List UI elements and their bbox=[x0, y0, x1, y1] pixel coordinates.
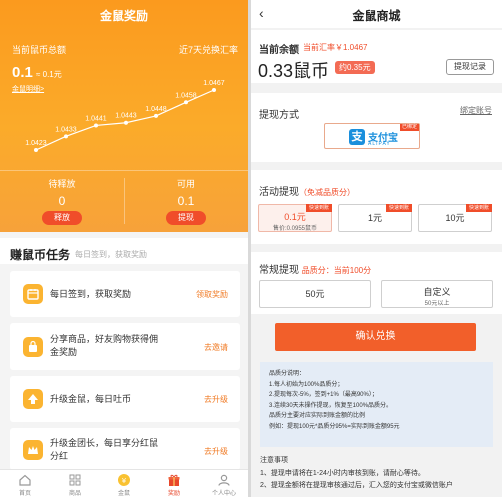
bound-badge: 已绑定 bbox=[399, 124, 419, 131]
calendar-icon bbox=[23, 284, 43, 304]
amount-option-0-1[interactable]: 0.1元 售价:0.0955鼠币 快速到账 bbox=[258, 204, 332, 232]
tab-label: 商品 bbox=[68, 491, 81, 497]
regular-title-text: 常规提现 bbox=[259, 265, 299, 276]
withdraw-method-title: 提现方式 bbox=[259, 110, 299, 121]
pending-stat: 待释放 0 bbox=[0, 0, 124, 208]
withdraw-records-button[interactable]: 提现记录 bbox=[446, 59, 494, 75]
option-sub: 50元以上 bbox=[424, 301, 450, 307]
task-card-upgrade-rat[interactable]: 升级金鼠，每日吐币 去升级 bbox=[10, 376, 240, 422]
fast-arrival-badge: 快速到账 bbox=[385, 204, 412, 212]
info-line: 1.每人初始为100%品质分； bbox=[269, 381, 344, 388]
crown-icon bbox=[23, 440, 43, 460]
info-line: 品质分主要对应实际到账金额的比例 bbox=[269, 413, 366, 420]
page-title: 金鼠商城 bbox=[352, 9, 401, 23]
activity-note: （免减品质分） bbox=[299, 188, 355, 197]
option-price: 售价:0.0955鼠币 bbox=[272, 226, 318, 232]
activity-withdraw-card: 活动提现（免减品质分） 0.1元 售价:0.0955鼠币 快速到账 1元 快速到… bbox=[251, 170, 502, 244]
balance-label: 当前余额 bbox=[259, 45, 299, 56]
tab-label: 首页 bbox=[18, 491, 31, 497]
task-section-subtitle: 每日签到，获取奖励 bbox=[75, 250, 147, 259]
pending-label: 待释放 bbox=[48, 179, 76, 189]
notes-line: 1、提现申请将在1-24小时内审核到账，请耐心等待。 bbox=[260, 469, 425, 477]
task-action-invite[interactable]: 去邀请 bbox=[204, 342, 228, 353]
gold-rat-mall-screen: ‹ 金鼠商城 当前余额 当前汇率￥1.0467 0.33鼠币 约0.35元 提现… bbox=[251, 0, 502, 497]
notes-line: 2、提现金额将在提现审核通过后，汇入您的支付宝或微信账户 bbox=[260, 482, 453, 489]
notes-title: 注意事项 bbox=[260, 457, 288, 464]
rewards-screen: 金鼠奖励 当前鼠币总额 近7天兑换汇率 0.1 ≈ 0.1元 金鼠明细> 1.0… bbox=[0, 0, 248, 497]
tab-home[interactable]: 首页 bbox=[0, 470, 50, 497]
notes-section: 注意事项 1、提现申请将在1-24小时内审核到账，请耐心等待。 2、提现金额将在… bbox=[260, 455, 496, 493]
amount-option-10[interactable]: 10元 快速到账 bbox=[418, 204, 492, 232]
task-card-checkin[interactable]: 每日签到，获取奖励 领取奖励 bbox=[10, 271, 240, 317]
alipay-logo-icon: 支 bbox=[349, 129, 365, 145]
gift-icon bbox=[168, 474, 180, 486]
task-card-share[interactable]: 分享商品，好友购物获得佣 金奖励 去邀请 bbox=[10, 323, 240, 370]
fast-arrival-badge: 快速到账 bbox=[305, 204, 332, 212]
confirm-exchange-button[interactable]: 确认兑换 bbox=[275, 323, 476, 351]
task-text: 分享商品，好友购物获得佣 金奖励 bbox=[50, 333, 158, 359]
task-section-title: 赚鼠币任务 bbox=[10, 248, 71, 262]
amount-option-1[interactable]: 1元 快速到账 bbox=[338, 204, 412, 232]
available-label: 可用 bbox=[176, 179, 195, 189]
up-arrow-icon bbox=[23, 389, 43, 409]
exchange-rate: 当前汇率￥1.0467 bbox=[303, 43, 368, 52]
tab-profile[interactable]: 个人中心 bbox=[199, 470, 248, 497]
svg-text:¥: ¥ bbox=[122, 477, 127, 485]
share-bag-icon bbox=[23, 337, 43, 357]
activity-title-text: 活动提现 bbox=[259, 187, 299, 198]
rewards-header: 金鼠奖励 当前鼠币总额 近7天兑换汇率 0.1 ≈ 0.1元 金鼠明细> 1.0… bbox=[0, 0, 248, 232]
task-card-upgrade-leader[interactable]: 升级金团长，每日享分红鼠 分红 去升级 bbox=[10, 428, 240, 470]
task-section-header: 赚鼠币任务 每日签到，获取奖励 bbox=[0, 238, 248, 264]
task-text: 升级金团长，每日享分红鼠 分红 bbox=[50, 437, 158, 463]
task-text-line: 金奖励 bbox=[50, 347, 78, 357]
amount-option-50[interactable]: 50元 bbox=[259, 280, 371, 308]
info-line: 2.提现每次-5%，签到+1%（最高90%）； bbox=[269, 392, 378, 399]
option-value: 自定义 bbox=[423, 287, 451, 297]
option-value: 50元 bbox=[305, 289, 325, 299]
regular-withdraw-card: 常规提现 品质分：当前100分 50元 自定义 50元以上 bbox=[251, 252, 502, 314]
release-button[interactable]: 释放 bbox=[42, 211, 82, 225]
task-action-upgrade[interactable]: 去升级 bbox=[204, 394, 228, 405]
task-text: 升级金鼠，每日吐币 bbox=[50, 394, 132, 404]
rat-coin-icon: ¥ bbox=[118, 474, 130, 486]
bind-account-link[interactable]: 绑定账号 bbox=[460, 105, 492, 116]
fast-arrival-badge: 快速到账 bbox=[465, 204, 492, 212]
tab-label: 金鼠 bbox=[117, 491, 130, 497]
quality-score: 品质分：当前100分 bbox=[301, 266, 372, 275]
home-icon bbox=[19, 474, 31, 486]
quality-info-box: 品质分说明： 1.每人初始为100%品质分； 2.提现每次-5%，签到+1%（最… bbox=[260, 362, 493, 447]
amount-option-custom[interactable]: 自定义 50元以上 bbox=[381, 280, 493, 308]
tab-products[interactable]: 商品 bbox=[50, 470, 100, 497]
task-action-claim[interactable]: 领取奖励 bbox=[196, 289, 228, 300]
task-text-line: 升级金团长，每日享分红鼠 bbox=[50, 438, 159, 448]
tab-rewards[interactable]: 奖励 bbox=[149, 470, 199, 497]
user-icon bbox=[218, 474, 230, 486]
info-line: 品质分说明： bbox=[269, 371, 306, 377]
withdraw-button[interactable]: 提现 bbox=[166, 211, 206, 225]
task-text-line: 分享商品，好友购物获得佣 bbox=[50, 334, 159, 344]
tab-label: 个人中心 bbox=[211, 491, 236, 497]
tab-gold-rat[interactable]: ¥ 金鼠 bbox=[99, 470, 149, 497]
tab-label: 奖励 bbox=[167, 491, 180, 497]
task-text-line: 分红 bbox=[50, 451, 69, 461]
nav-bar: ‹ 金鼠商城 bbox=[251, 0, 502, 28]
info-line: 例如：提现100元*品质分95%=实际到账金额95元 bbox=[269, 423, 400, 430]
alipay-option[interactable]: 支 支付宝 ALIPAY 已绑定 bbox=[324, 123, 420, 149]
pending-value: 0 bbox=[58, 194, 66, 208]
balance-card: 当前余额 当前汇率￥1.0467 0.33鼠币 约0.35元 提现记录 bbox=[251, 30, 502, 83]
info-line: 3.连续30天未操作提现，恢复至100%品质分。 bbox=[269, 402, 393, 409]
available-value: 0.1 bbox=[177, 194, 195, 208]
task-text: 每日签到，获取奖励 bbox=[50, 289, 132, 299]
balance-yuan-badge: 约0.35元 bbox=[335, 61, 375, 74]
bottom-tab-bar: 首页 商品 ¥ 金鼠 奖励 个人中心 bbox=[0, 469, 248, 497]
balance-value: 0.33鼠币 bbox=[258, 61, 330, 81]
alipay-name-en: ALIPAY bbox=[368, 141, 391, 147]
regular-withdraw-title: 常规提现 品质分：当前100分 bbox=[259, 261, 371, 276]
task-action-upgrade[interactable]: 去升级 bbox=[204, 446, 228, 457]
grid-icon bbox=[69, 474, 81, 486]
activity-withdraw-title: 活动提现（免减品质分） bbox=[259, 183, 355, 198]
available-stat: 可用 0.1 bbox=[124, 0, 248, 208]
